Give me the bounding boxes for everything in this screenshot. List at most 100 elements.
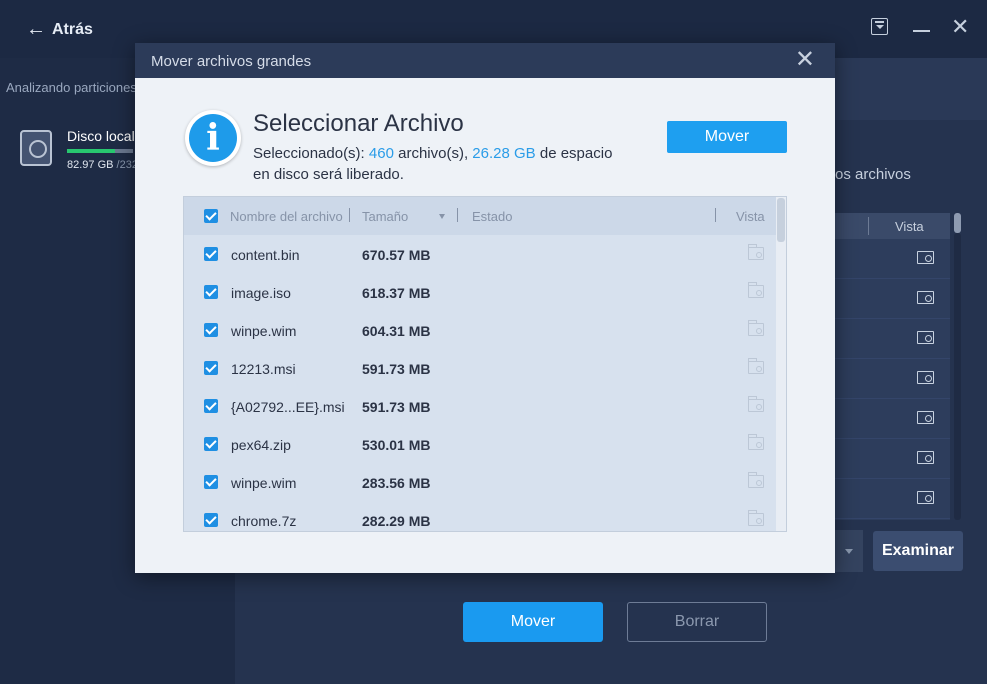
file-row[interactable]: pex64.zip 530.01 MB	[184, 425, 786, 463]
file-size: 282.29 MB	[362, 513, 431, 529]
folder-search-icon[interactable]	[917, 251, 934, 264]
view-column-header: Vista	[895, 219, 924, 234]
borrar-button[interactable]: Borrar	[627, 602, 767, 642]
column-divider	[715, 208, 716, 222]
row-checkbox[interactable]	[204, 361, 218, 375]
section-title: os archivos	[835, 166, 911, 183]
file-table-scrollbar[interactable]	[776, 197, 786, 531]
file-size: 530.01 MB	[362, 437, 431, 453]
close-icon[interactable]: ✕	[951, 16, 971, 38]
file-table-header: Nombre del archivo Tamaño Estado Vista	[184, 197, 786, 235]
folder-search-icon[interactable]	[748, 358, 764, 374]
file-row[interactable]: {A02792...EE}.msi 591.73 MB	[184, 387, 786, 425]
file-row[interactable]: 12213.msi 591.73 MB	[184, 349, 786, 387]
table-row	[835, 479, 950, 519]
table-row	[835, 279, 950, 319]
file-row[interactable]: content.bin 670.57 MB	[184, 235, 786, 273]
disk-used: 82.97 GB	[67, 159, 114, 171]
disk-usage-fill	[67, 149, 116, 153]
file-row[interactable]: winpe.wim 283.56 MB	[184, 463, 786, 501]
examinar-button[interactable]: Examinar	[873, 531, 963, 571]
scrollbar-track[interactable]	[954, 233, 961, 520]
file-name: pex64.zip	[231, 437, 291, 453]
info-icon: i	[185, 110, 241, 166]
table-row	[835, 439, 950, 479]
folder-search-icon[interactable]	[917, 331, 934, 344]
summary-prefix: Seleccionado(s):	[253, 145, 369, 162]
mover-button[interactable]: Mover	[463, 602, 603, 642]
file-size: 283.56 MB	[362, 475, 431, 491]
folder-search-icon[interactable]	[748, 282, 764, 298]
dialog-close-icon[interactable]: ✕	[795, 48, 815, 72]
table-row	[835, 319, 950, 359]
disk-name: Disco local	[67, 128, 135, 144]
folder-search-icon[interactable]	[917, 451, 934, 464]
file-name: content.bin	[231, 247, 300, 263]
folder-search-icon[interactable]	[748, 434, 764, 450]
freed-space: 26.28 GB	[472, 145, 536, 162]
file-size: 604.31 MB	[362, 323, 431, 339]
folder-search-icon[interactable]	[748, 510, 764, 526]
view-column-header[interactable]: Vista	[736, 209, 765, 224]
back-arrow-icon: ←	[26, 18, 46, 40]
folder-search-icon[interactable]	[748, 396, 764, 412]
row-checkbox[interactable]	[204, 399, 218, 413]
dialog-titlebar: Mover archivos grandes ✕	[135, 43, 835, 78]
disk-icon	[20, 130, 52, 166]
path-select-dropdown[interactable]	[835, 530, 863, 572]
dialog-mover-button[interactable]: Mover	[667, 121, 787, 153]
dialog-title: Mover archivos grandes	[151, 53, 312, 70]
back-label: Atrás	[52, 20, 93, 38]
folder-search-icon[interactable]	[917, 411, 934, 424]
name-column-header[interactable]: Nombre del archivo	[230, 209, 343, 224]
selection-summary: Seleccionado(s): 460 archivo(s), 26.28 G…	[253, 143, 633, 185]
file-table-scrollbar-thumb[interactable]	[777, 198, 785, 242]
folder-search-icon[interactable]	[917, 371, 934, 384]
folder-search-icon[interactable]	[748, 472, 764, 488]
minimize-icon[interactable]	[913, 18, 933, 38]
dialog-heading: Seleccionar Archivo	[253, 110, 464, 137]
file-name: winpe.wim	[231, 475, 297, 491]
sort-desc-icon[interactable]	[439, 214, 445, 219]
dropdown-icon[interactable]	[871, 18, 888, 35]
column-divider	[457, 208, 458, 222]
row-checkbox[interactable]	[204, 285, 218, 299]
folder-search-icon[interactable]	[917, 291, 934, 304]
disk-size: 82.97 GB /232	[67, 159, 138, 171]
file-row[interactable]: chrome.7z 282.29 MB	[184, 501, 786, 531]
file-size: 591.73 MB	[362, 361, 431, 377]
scan-status-text: Analizando particiones	[6, 80, 137, 95]
folder-search-icon[interactable]	[748, 244, 764, 260]
file-row[interactable]: image.iso 618.37 MB	[184, 273, 786, 311]
row-checkbox[interactable]	[204, 475, 218, 489]
file-size: 618.37 MB	[362, 285, 431, 301]
folder-search-icon[interactable]	[748, 320, 764, 336]
column-divider	[349, 208, 350, 222]
file-name: winpe.wim	[231, 323, 297, 339]
summary-mid: archivo(s),	[393, 145, 473, 162]
row-checkbox[interactable]	[204, 513, 218, 527]
status-column-header[interactable]: Estado	[472, 209, 512, 224]
scrollbar-thumb[interactable]	[954, 213, 961, 233]
file-name: 12213.msi	[231, 361, 296, 377]
back-button[interactable]: ← Atrás	[26, 18, 93, 41]
select-all-checkbox[interactable]	[204, 209, 218, 223]
row-checkbox[interactable]	[204, 437, 218, 451]
table-row	[835, 239, 950, 279]
file-size: 670.57 MB	[362, 247, 431, 263]
row-checkbox[interactable]	[204, 323, 218, 337]
background-file-table: Vista	[835, 213, 950, 520]
file-row[interactable]: winpe.wim 604.31 MB	[184, 311, 786, 349]
selected-count: 460	[368, 145, 394, 162]
size-column-header[interactable]: Tamaño	[362, 209, 408, 224]
table-header: Vista	[835, 213, 950, 239]
row-checkbox[interactable]	[204, 247, 218, 261]
file-name: chrome.7z	[231, 513, 297, 529]
file-name: {A02792...EE}.msi	[231, 399, 345, 415]
file-table: Nombre del archivo Tamaño Estado Vista c…	[183, 196, 787, 532]
folder-search-icon[interactable]	[917, 491, 934, 504]
move-large-files-dialog: Mover archivos grandes ✕ i Seleccionar A…	[135, 43, 835, 573]
table-row	[835, 359, 950, 399]
table-row	[835, 399, 950, 439]
column-divider	[868, 217, 869, 235]
